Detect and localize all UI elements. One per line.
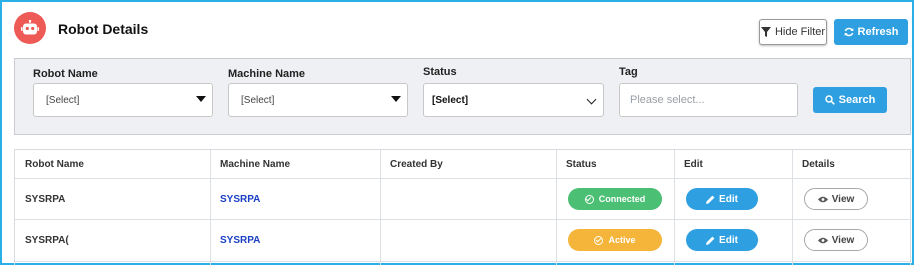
robot-name-filter-label: Robot Name xyxy=(33,68,98,80)
eye-icon xyxy=(817,196,828,202)
edit-button[interactable]: Edit xyxy=(686,188,758,210)
check-circle-icon xyxy=(594,235,604,245)
caret-down-icon xyxy=(391,96,401,102)
machine-name-select[interactable]: [Select] xyxy=(228,83,408,117)
edit-label: Edit xyxy=(719,193,738,205)
column-header-machine-name[interactable]: Machine Name xyxy=(210,150,380,178)
eye-icon xyxy=(817,237,828,243)
machine-name-link[interactable]: SYSRPA xyxy=(210,179,380,219)
hide-filter-button[interactable]: Hide Filter xyxy=(759,19,827,45)
search-button[interactable]: Search xyxy=(813,87,887,113)
robot-name-cell: SYSRPA( xyxy=(25,235,69,246)
table-row: SYSRPA( SYSRPA Active Edit View xyxy=(15,220,910,262)
table-row: SYSRPA SYSRPA Connected Edit View xyxy=(15,179,910,220)
machine-name-filter-label: Machine Name xyxy=(228,68,306,80)
pencil-icon xyxy=(706,236,715,245)
refresh-button[interactable]: Refresh xyxy=(834,19,908,45)
tag-input-placeholder: Please select... xyxy=(630,94,705,106)
robot-name-select-value: [Select] xyxy=(46,94,80,106)
status-select[interactable]: [Select] xyxy=(423,83,604,117)
view-label: View xyxy=(831,193,855,205)
edit-label: Edit xyxy=(719,234,738,246)
machine-name-select-value: [Select] xyxy=(241,94,275,106)
robots-table: Robot Name Machine Name Created By Statu… xyxy=(14,149,911,265)
tag-input[interactable]: Please select... xyxy=(619,83,798,117)
caret-down-icon xyxy=(196,96,206,102)
tag-filter-label: Tag xyxy=(619,66,638,78)
details-cell: View xyxy=(792,220,910,261)
column-header-edit: Edit xyxy=(684,158,703,170)
column-header-robot-name[interactable]: Robot Name xyxy=(15,150,210,178)
edit-cell: Edit xyxy=(674,179,792,219)
edit-cell: Edit xyxy=(674,220,792,261)
status-badge: Active xyxy=(568,229,662,251)
status-filter-label: Status xyxy=(423,66,457,78)
column-header-created-by[interactable]: Created By xyxy=(380,150,556,178)
details-cell: View xyxy=(792,179,910,219)
pencil-icon xyxy=(706,195,715,204)
page-header: Robot Details Hide Filter Refresh xyxy=(12,10,908,46)
column-header-details: Details xyxy=(802,158,835,170)
app-frame: Robot Details Hide Filter Refresh Robot … xyxy=(0,0,914,265)
machine-name-link[interactable]: SYSRPA xyxy=(210,220,380,261)
status-badge-label: Active xyxy=(608,235,636,245)
column-header-status[interactable]: Status xyxy=(556,150,674,178)
view-button[interactable]: View xyxy=(804,229,868,251)
view-label: View xyxy=(831,234,855,246)
hide-filter-label: Hide Filter xyxy=(774,26,826,38)
chevron-down-icon xyxy=(586,94,597,105)
filter-icon xyxy=(760,27,771,37)
robot-name-select[interactable]: [Select] xyxy=(33,83,213,117)
filter-panel: Robot Name [Select] Machine Name [Select… xyxy=(14,58,911,135)
refresh-label: Refresh xyxy=(857,26,899,38)
status-badge: Connected xyxy=(568,188,662,210)
status-cell: Active xyxy=(556,220,674,261)
robot-icon xyxy=(14,12,46,44)
status-select-value: [Select] xyxy=(432,94,469,106)
refresh-icon xyxy=(844,27,853,37)
created-by-cell xyxy=(380,220,556,261)
search-icon xyxy=(824,95,835,105)
robot-name-cell: SYSRPA xyxy=(25,193,66,205)
search-label: Search xyxy=(838,94,876,106)
table-header-row: Robot Name Machine Name Created By Statu… xyxy=(15,150,910,179)
edit-button[interactable]: Edit xyxy=(686,229,758,251)
view-button[interactable]: View xyxy=(804,188,868,210)
status-badge-label: Connected xyxy=(598,194,646,204)
page-title: Robot Details xyxy=(58,21,149,37)
status-cell: Connected xyxy=(556,179,674,219)
check-circle-icon xyxy=(584,194,594,204)
created-by-cell xyxy=(380,179,556,219)
